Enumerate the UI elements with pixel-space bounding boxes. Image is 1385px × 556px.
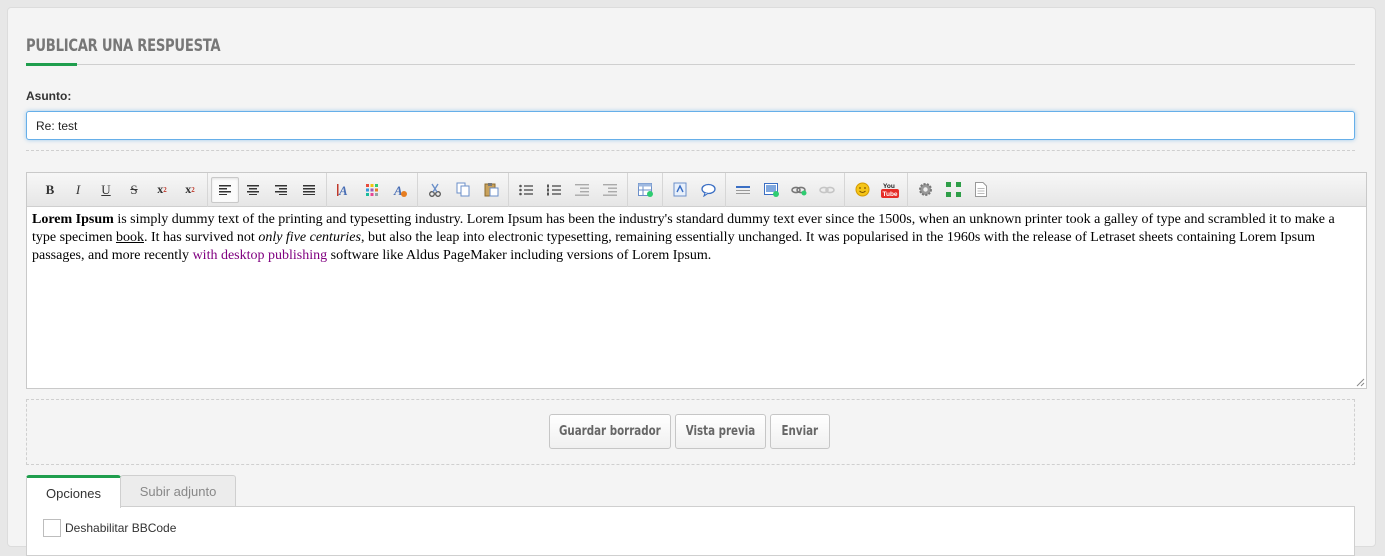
superscript-icon[interactable]: x2 (176, 177, 204, 203)
toolbar-group-tools (908, 173, 998, 207)
image-icon[interactable] (757, 177, 785, 203)
bullet-list-icon[interactable] (512, 177, 540, 203)
dashed-separator (26, 150, 1355, 151)
toolbar-group-font: A A (327, 172, 418, 207)
bold-icon[interactable]: B (36, 177, 64, 203)
settings-icon[interactable] (911, 177, 939, 203)
preview-label: Vista previa (685, 424, 756, 439)
emoticon-icon[interactable] (848, 177, 876, 203)
tab-options[interactable]: Opciones (26, 475, 121, 508)
unlink-icon[interactable] (813, 177, 841, 203)
underlined-text: book (115, 230, 144, 245)
source-icon[interactable] (967, 177, 995, 203)
submit-button[interactable]: Enviar (770, 414, 830, 449)
underline-icon[interactable]: U (92, 177, 120, 203)
subscript-icon[interactable]: x2 (148, 177, 176, 203)
tab-upload-attachment[interactable]: Subir adjunto (120, 475, 236, 507)
message-editor: B I U S x2 x2 A A You Tube Lorem Ipsum i… (26, 172, 1367, 389)
toolbar-group-align (208, 172, 327, 207)
save-draft-label: Guardar borrador (559, 424, 661, 439)
subject-input[interactable] (26, 111, 1355, 140)
font-icon[interactable]: A (330, 177, 358, 203)
options-panel: Deshabilitar BBCode (26, 506, 1355, 556)
table-icon[interactable] (631, 177, 659, 203)
disable-bbcode-label: Deshabilitar BBCode (65, 521, 177, 535)
remove-format-icon[interactable]: A (386, 177, 414, 203)
paste-icon[interactable] (477, 177, 505, 203)
bold-text: Lorem Ipsum (32, 212, 114, 227)
submit-label: Enviar (781, 424, 819, 439)
disable-bbcode-option[interactable]: Deshabilitar BBCode (43, 519, 176, 537)
copy-icon[interactable] (449, 177, 477, 203)
svg-text:A: A (338, 183, 348, 197)
horizontal-rule-icon[interactable] (729, 177, 757, 203)
italic-text: only five centuries (258, 230, 361, 245)
title-divider (26, 64, 1355, 65)
color-palette-icon[interactable] (358, 177, 386, 203)
strikethrough-icon[interactable]: S (120, 177, 148, 203)
preview-button[interactable]: Vista previa (675, 414, 766, 449)
quote-icon[interactable] (694, 177, 722, 203)
disable-bbcode-checkbox[interactable] (43, 519, 61, 537)
post-reply-panel: PUBLICAR UNA RESPUESTA Asunto: B I U S x… (7, 7, 1376, 556)
colored-text: with desktop publishing (192, 248, 328, 263)
maximize-icon[interactable] (939, 177, 967, 203)
title-accent-bar (26, 63, 77, 66)
body-text: software like Aldus PageMaker including … (327, 248, 712, 263)
panel-title: PUBLICAR UNA RESPUESTA (26, 36, 221, 56)
align-right-icon[interactable] (267, 177, 295, 203)
save-draft-button[interactable]: Guardar borrador (549, 414, 671, 449)
editor-text-area[interactable]: Lorem Ipsum is simply dummy text of the … (27, 207, 1366, 265)
toolbar-group-clipboard (418, 172, 509, 207)
toolbar-group-media: You Tube (845, 172, 908, 207)
toolbar-group-lists (509, 172, 628, 207)
justify-icon[interactable] (295, 177, 323, 203)
toolbar-group-styles: B I U S x2 x2 (33, 172, 208, 207)
svg-text:You: You (883, 183, 895, 190)
svg-text:Tube: Tube (883, 191, 898, 198)
toolbar-group-blocks (663, 172, 726, 207)
indent-icon[interactable] (596, 177, 624, 203)
submit-buttons-area: Guardar borrador Vista previa Enviar (26, 399, 1355, 465)
toolbar-group-insert (726, 172, 845, 207)
body-text: . It has survived not (143, 230, 259, 245)
numbered-list-icon[interactable] (540, 177, 568, 203)
align-center-icon[interactable] (239, 177, 267, 203)
subject-label: Asunto: (26, 89, 72, 103)
code-icon[interactable] (666, 177, 694, 203)
editor-toolbar: B I U S x2 x2 A A You Tube (27, 172, 1366, 207)
youtube-icon[interactable]: You Tube (876, 177, 904, 203)
align-left-icon[interactable] (211, 176, 239, 203)
outdent-icon[interactable] (568, 177, 596, 203)
toolbar-group-table (628, 172, 663, 207)
cut-icon[interactable] (421, 177, 449, 203)
resize-grip-icon[interactable] (1356, 378, 1365, 387)
italic-icon[interactable]: I (64, 177, 92, 203)
link-icon[interactable] (785, 177, 813, 203)
